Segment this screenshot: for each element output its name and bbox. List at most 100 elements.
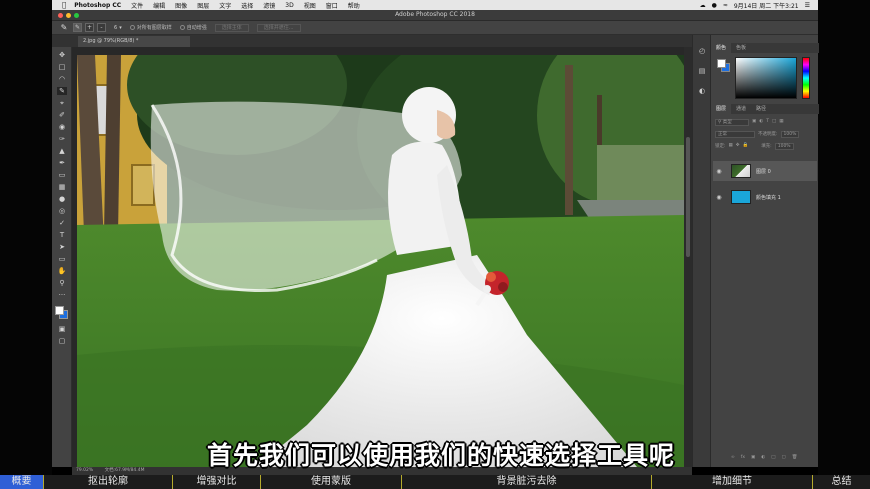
- lock-position-icon[interactable]: ✥: [736, 143, 740, 150]
- tab-swatches[interactable]: 色板: [731, 43, 751, 53]
- menu-edit[interactable]: 编辑: [153, 1, 165, 10]
- menu-layer[interactable]: 图层: [197, 1, 209, 10]
- tab-layers[interactable]: 图层: [711, 104, 732, 114]
- delete-layer-icon[interactable]: 🗑: [792, 455, 798, 462]
- menu-type[interactable]: 文字: [219, 1, 231, 10]
- chapter-item[interactable]: 使用蒙版: [261, 475, 402, 489]
- layer-row[interactable]: ◉ 图层 0: [713, 161, 817, 181]
- hand-tool-icon[interactable]: ✋: [57, 267, 67, 275]
- chapter-item[interactable]: 抠出轮廓: [44, 475, 173, 489]
- menu-image[interactable]: 图像: [175, 1, 187, 10]
- lock-pixels-icon[interactable]: ▦: [729, 143, 733, 150]
- canvas-vertical-scrollbar[interactable]: [684, 47, 692, 467]
- gradient-tool-icon[interactable]: ▦: [57, 183, 67, 191]
- panel-foreground-swatch[interactable]: [717, 59, 726, 68]
- scrollbar-thumb[interactable]: [686, 137, 690, 257]
- menu-file[interactable]: 文件: [131, 1, 143, 10]
- layer-name[interactable]: 图层 0: [756, 168, 771, 175]
- healing-brush-tool-icon[interactable]: ◉: [57, 123, 67, 131]
- shape-tool-icon[interactable]: ▭: [57, 255, 67, 263]
- foreground-color-swatch[interactable]: [55, 306, 64, 315]
- tab-channels[interactable]: 通道: [731, 104, 751, 114]
- properties-panel-icon[interactable]: ▤: [697, 67, 707, 75]
- lock-all-icon[interactable]: 🔒: [743, 143, 749, 150]
- eyedropper-tool-icon[interactable]: ✐: [57, 111, 67, 119]
- new-selection-button[interactable]: ✎: [73, 23, 82, 32]
- tab-paths[interactable]: 路径: [751, 104, 771, 114]
- path-selection-tool-icon[interactable]: ➤: [57, 243, 67, 251]
- dodge-tool-icon[interactable]: ◎: [57, 207, 67, 215]
- menu-filter[interactable]: 滤镜: [263, 1, 275, 10]
- brush-tool-icon[interactable]: ✑: [57, 135, 67, 143]
- pen-tool-icon[interactable]: ✓: [57, 219, 67, 227]
- adjustments-panel-icon[interactable]: ◐: [697, 87, 707, 95]
- new-layer-icon[interactable]: ▢: [781, 455, 785, 462]
- chapter-item[interactable]: 背景脏污去除: [402, 475, 652, 489]
- brush-size-value[interactable]: 6: [114, 25, 117, 31]
- menu-help[interactable]: 帮助: [348, 1, 360, 10]
- layer-name[interactable]: 颜色填充 1: [756, 194, 781, 201]
- type-tool-icon[interactable]: T: [57, 231, 67, 239]
- zoom-tool-icon[interactable]: ⚲: [57, 279, 67, 287]
- more-tools-icon[interactable]: ···: [57, 291, 67, 299]
- add-mask-icon[interactable]: ▣: [751, 455, 755, 462]
- visibility-eye-icon[interactable]: ◉: [713, 168, 725, 175]
- new-adjustment-icon[interactable]: ◐: [761, 455, 765, 462]
- clone-stamp-tool-icon[interactable]: ▲: [57, 147, 67, 155]
- fill-field[interactable]: 100%: [774, 143, 794, 150]
- filter-shape-icon[interactable]: □: [772, 119, 776, 126]
- subtract-from-selection-button[interactable]: -: [97, 23, 106, 32]
- sample-all-layers-checkbox[interactable]: [129, 25, 135, 30]
- blur-tool-icon[interactable]: ●: [57, 195, 67, 203]
- document-size[interactable]: 文档:67.9M/84.4M: [105, 468, 145, 473]
- chapter-item[interactable]: 总结: [813, 475, 870, 489]
- visibility-eye-icon[interactable]: ◉: [713, 194, 725, 201]
- zoom-level[interactable]: 79.02%: [76, 468, 93, 473]
- wifi-icon[interactable]: ≈: [723, 2, 728, 9]
- chapter-item[interactable]: 概要: [0, 475, 44, 489]
- hue-slider[interactable]: [802, 57, 810, 99]
- select-subject-button[interactable]: 选择主体: [214, 23, 249, 32]
- quick-selection-tool-icon[interactable]: ✎: [58, 23, 70, 33]
- layer-style-icon[interactable]: fx: [741, 455, 745, 462]
- menu-app-name[interactable]: Photoshop CC: [74, 2, 121, 9]
- eraser-tool-icon[interactable]: ▭: [57, 171, 67, 179]
- marquee-tool-icon[interactable]: □: [57, 63, 67, 71]
- filter-type-icon[interactable]: T: [766, 119, 769, 126]
- crop-tool-icon[interactable]: ⌖: [57, 99, 67, 107]
- quick-mask-icon[interactable]: ▣: [57, 325, 67, 333]
- menu-window[interactable]: 窗口: [326, 1, 338, 10]
- menu-view[interactable]: 视图: [304, 1, 316, 10]
- add-to-selection-button[interactable]: +: [85, 23, 94, 32]
- lasso-tool-icon[interactable]: ◠: [57, 75, 67, 83]
- filter-smart-icon[interactable]: ▦: [779, 119, 783, 126]
- move-tool-icon[interactable]: ✥: [57, 51, 67, 59]
- creative-cloud-icon[interactable]: ☁: [700, 2, 706, 9]
- filter-adjust-icon[interactable]: ◐: [759, 119, 763, 126]
- user-icon[interactable]: ●: [712, 2, 717, 9]
- menu-select[interactable]: 选择: [241, 1, 253, 10]
- new-group-icon[interactable]: □: [771, 455, 775, 462]
- select-and-mask-button[interactable]: 选择并遮住...: [256, 23, 301, 32]
- blend-mode-select[interactable]: 正常: [715, 131, 755, 138]
- auto-enhance-checkbox[interactable]: [179, 25, 185, 30]
- menu-3d[interactable]: 3D: [285, 2, 293, 9]
- quick-selection-tool-icon[interactable]: ✎: [57, 87, 67, 95]
- chapter-item[interactable]: 增强对比: [173, 475, 261, 489]
- link-layers-icon[interactable]: ∞: [731, 455, 735, 462]
- history-brush-tool-icon[interactable]: ✒: [57, 159, 67, 167]
- wedding-photo[interactable]: [77, 55, 684, 467]
- chevron-down-icon[interactable]: ▾: [119, 25, 122, 31]
- list-icon[interactable]: ☰: [805, 2, 810, 9]
- datetime[interactable]: 9月14日 周二 下午3:21: [734, 1, 799, 10]
- screen-mode-icon[interactable]: ▢: [57, 337, 67, 345]
- chapter-item[interactable]: 增加细节: [652, 475, 813, 489]
- layer-row[interactable]: ◉ 颜色填充 1: [713, 187, 817, 207]
- kind-filter-select[interactable]: ⚲ 类型: [715, 119, 749, 126]
- color-picker-field[interactable]: [735, 57, 797, 99]
- tab-color[interactable]: 颜色: [711, 43, 732, 53]
- document-tab[interactable]: 2.jpg @ 79%(RGB/8) *: [78, 36, 190, 47]
- opacity-field[interactable]: 100%: [780, 131, 800, 138]
- history-panel-icon[interactable]: ◴: [697, 47, 707, 55]
- filter-image-icon[interactable]: ▣: [752, 119, 756, 126]
